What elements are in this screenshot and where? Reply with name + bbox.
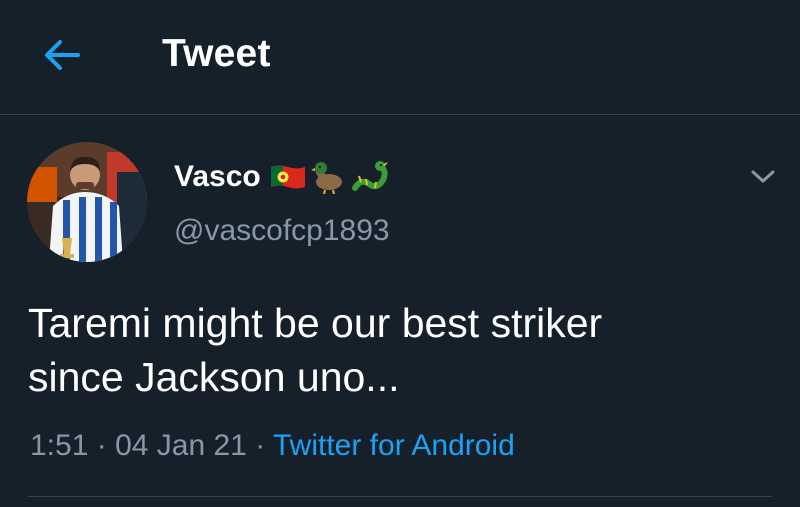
tweet-date: 04 Jan 21 [115,429,247,462]
avatar[interactable] [27,142,147,262]
tweet-time: 1:51 [30,429,89,462]
name-emoji-group [269,160,389,194]
dragon-icon [351,161,388,191]
tweet-text: Taremi might be our best striker since J… [28,300,603,400]
chevron-down-icon [751,170,775,183]
portugal-flag-icon [270,165,305,189]
author-name-row[interactable]: Vasco [174,160,389,194]
top-bar: Tweet [0,0,800,115]
divider [28,496,772,497]
duck-icon [310,162,342,194]
page-title: Tweet [162,32,271,75]
tweet-source-link[interactable]: Twitter for Android [273,429,515,462]
author-name: Vasco [174,160,261,193]
meta-separator: · [255,429,266,462]
tweet-meta: 1:51 · 04 Jan 21 · Twitter for Android [30,429,515,463]
back-button[interactable] [38,33,86,77]
author-handle[interactable]: @vascofcp1893 [174,214,390,248]
more-options-button[interactable] [744,160,782,194]
meta-separator: · [96,429,107,462]
arrow-left-icon [45,40,80,70]
